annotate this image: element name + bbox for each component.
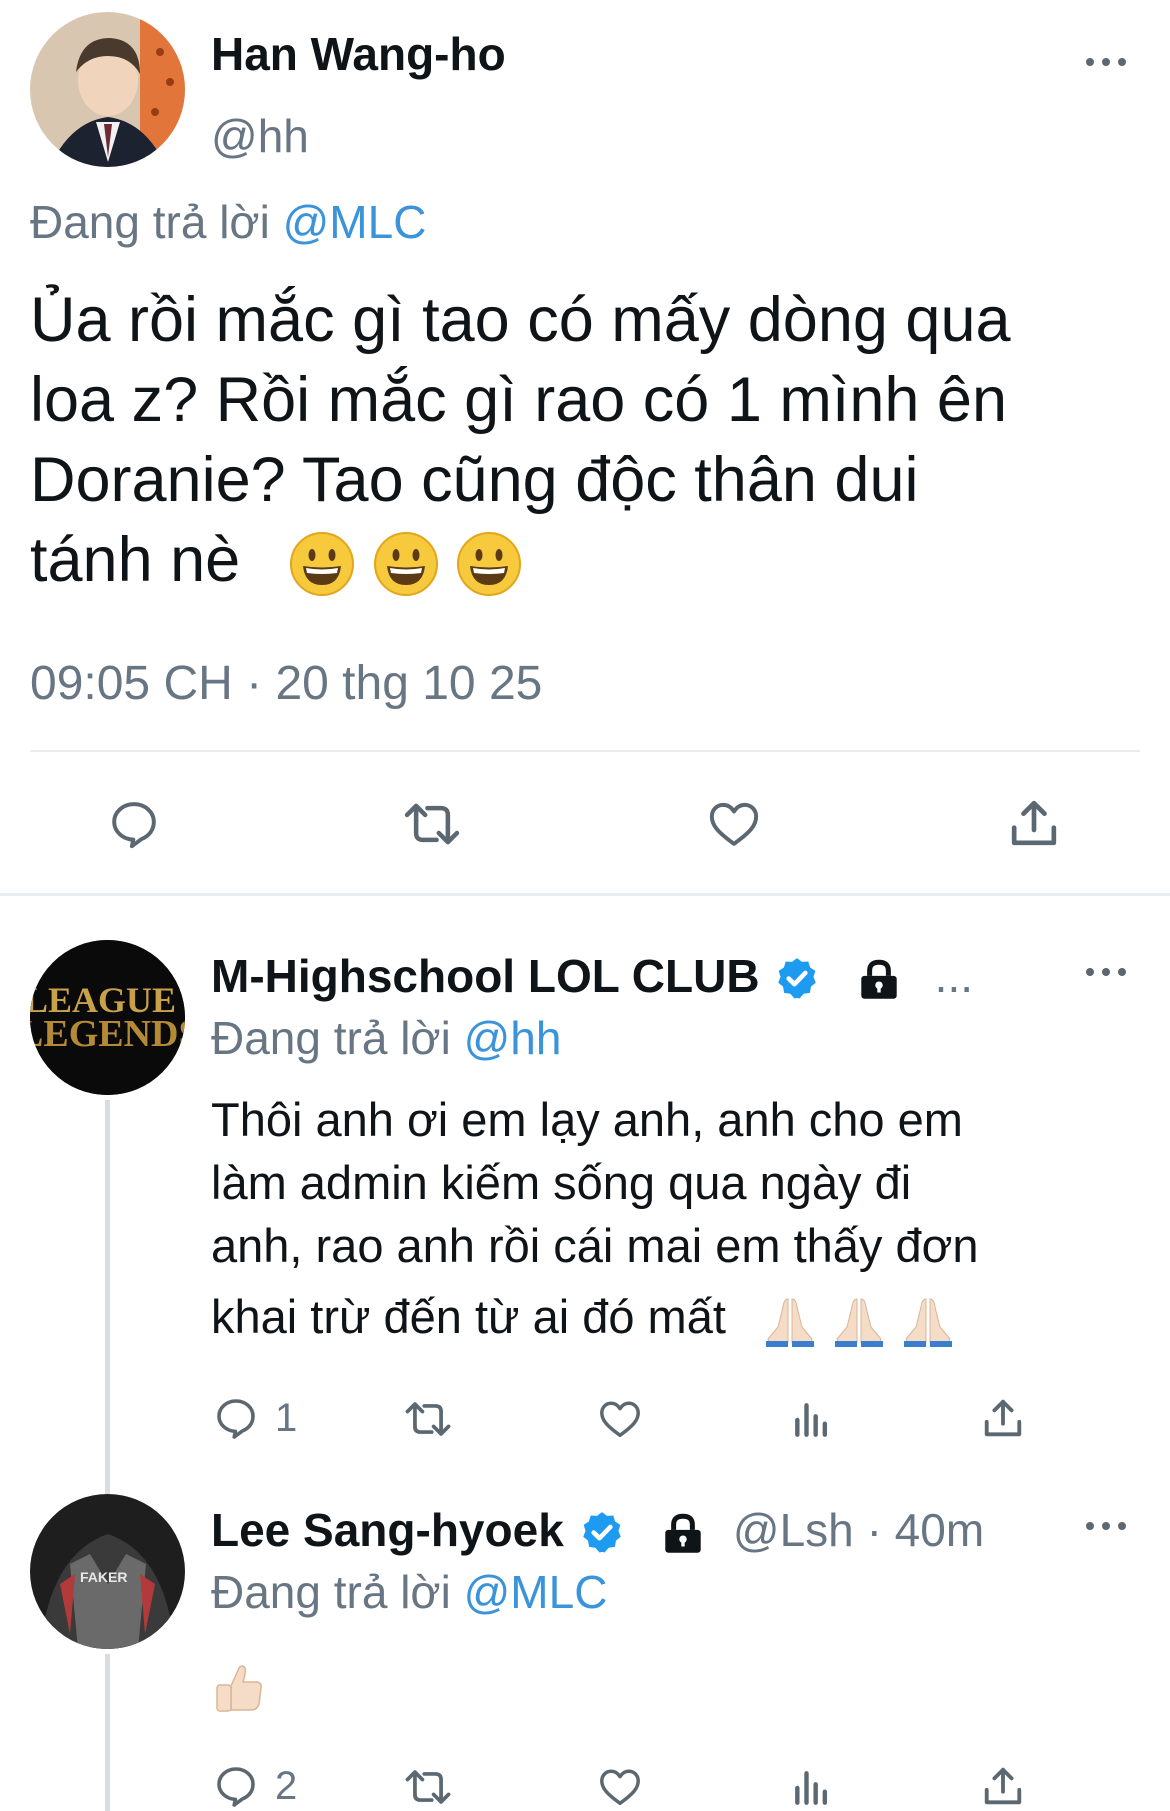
thread-line xyxy=(105,1100,110,1511)
replying-to: Đang trả lời @MLC xyxy=(211,1564,607,1620)
more-options-icon[interactable] xyxy=(1086,56,1126,68)
author-handle[interactable]: @hh xyxy=(211,108,309,164)
replying-to: Đang trả lời @MLC xyxy=(30,194,426,250)
thumbs-up-emoji xyxy=(216,1665,262,1712)
replying-to-link[interactable]: @hh xyxy=(464,1012,562,1064)
verified-badge-icon xyxy=(778,957,817,999)
tweet-time[interactable]: 40m xyxy=(895,1504,984,1556)
replying-prefix: Đang trả lời xyxy=(30,196,270,248)
share-icon[interactable] xyxy=(1006,794,1062,852)
truncation-ellipsis: ... xyxy=(934,950,974,1002)
avatar-photo-icon: FAKER xyxy=(30,1494,185,1649)
tweet-body-line: Doranie? Tao cũng độc thân dui xyxy=(30,445,919,515)
replying-to-link[interactable]: @MLC xyxy=(283,196,427,248)
time-separator: · xyxy=(866,1504,882,1556)
avatar-photo-icon xyxy=(30,12,185,167)
reply-icon[interactable] xyxy=(212,1394,260,1442)
more-options-icon[interactable] xyxy=(1086,966,1126,978)
author-name[interactable]: Han Wang-ho xyxy=(211,26,506,82)
author-line: Lee Sang-hyoek @Lsh · 40m xyxy=(211,1502,984,1559)
author-line: M-Highschool LOL CLUB ... xyxy=(211,948,973,1005)
avatar[interactable]: FAKER xyxy=(30,1494,185,1649)
reply-count: 2 xyxy=(275,1764,298,1808)
section-divider xyxy=(0,893,1170,896)
analytics-icon[interactable] xyxy=(790,1766,834,1810)
like-icon[interactable] xyxy=(705,796,763,852)
avatar[interactable]: LEAGUE LEGENDS xyxy=(30,940,185,1095)
tweet-timestamp[interactable]: 09:05 CH · 20 thg 10 25 xyxy=(30,656,542,712)
replying-to: Đang trả lời @hh xyxy=(211,1010,561,1066)
more-options-icon[interactable] xyxy=(1086,1520,1126,1532)
tweet-body-line: anh, rao anh rồi cái mai em thấy đơn xyxy=(211,1219,979,1272)
grinning-face-emoji xyxy=(290,532,355,597)
replying-prefix: Đang trả lời xyxy=(211,1012,451,1064)
tweet-body-text: khai trừ đến từ ai đó mất xyxy=(211,1290,726,1343)
lock-icon xyxy=(861,959,897,999)
like-icon[interactable] xyxy=(596,1396,644,1442)
avatar[interactable] xyxy=(30,12,185,167)
tweet-body: Ủa rồi mắc gì tao có mấy dòng qua loa z?… xyxy=(30,280,1011,600)
league-of-legends-logo-icon: LEAGUE LEGENDS xyxy=(30,940,185,1095)
thread-line xyxy=(105,1654,110,1811)
author-name[interactable]: Lee Sang-hyoek xyxy=(211,1504,564,1556)
folded-hands-emoji xyxy=(835,1298,884,1347)
svg-text:FAKER: FAKER xyxy=(80,1569,127,1585)
retweet-icon[interactable] xyxy=(400,1396,456,1442)
author-name[interactable]: M-Highschool LOL CLUB xyxy=(211,950,760,1002)
retweet-icon[interactable] xyxy=(400,1764,456,1810)
svg-text:LEGENDS: LEGENDS xyxy=(30,1013,185,1055)
retweet-icon[interactable] xyxy=(398,796,466,852)
analytics-icon[interactable] xyxy=(790,1398,834,1442)
tweet-body-line: làm admin kiếm sống qua ngày đi xyxy=(211,1156,912,1209)
tweet-body-line: Ủa rồi mắc gì tao có mấy dòng qua xyxy=(30,285,1011,355)
tweet-body-text: tánh nè xyxy=(30,525,241,595)
tweet-body: Thôi anh ơi em lạy anh, anh cho em làm a… xyxy=(211,1088,979,1349)
like-icon[interactable] xyxy=(596,1764,644,1810)
lock-icon xyxy=(665,1513,701,1553)
reply-count: 1 xyxy=(275,1396,298,1440)
replying-prefix: Đang trả lời xyxy=(211,1566,451,1618)
author-handle[interactable]: @Lsh xyxy=(733,1504,854,1556)
share-icon[interactable] xyxy=(980,1394,1026,1442)
grinning-face-emoji xyxy=(373,532,438,597)
replying-to-link[interactable]: @MLC xyxy=(464,1566,608,1618)
folded-hands-emoji xyxy=(766,1298,815,1347)
tweet-body-line: Thôi anh ơi em lạy anh, anh cho em xyxy=(211,1093,963,1146)
tweet-body-line-with-emoji: tánh nè xyxy=(30,520,1011,600)
grinning-face-emoji xyxy=(457,532,522,597)
folded-hands-emoji xyxy=(904,1298,953,1347)
share-icon[interactable] xyxy=(980,1762,1026,1810)
tweet-body-line: loa z? Rồi mắc gì rao có 1 mình ên xyxy=(30,365,1007,435)
reply-icon[interactable] xyxy=(212,1762,260,1810)
verified-badge-icon xyxy=(582,1511,621,1553)
reply-icon[interactable] xyxy=(106,796,162,852)
tweet-body-line-with-emoji: khai trừ đến từ ai đó mất xyxy=(211,1285,979,1349)
divider xyxy=(30,750,1140,752)
